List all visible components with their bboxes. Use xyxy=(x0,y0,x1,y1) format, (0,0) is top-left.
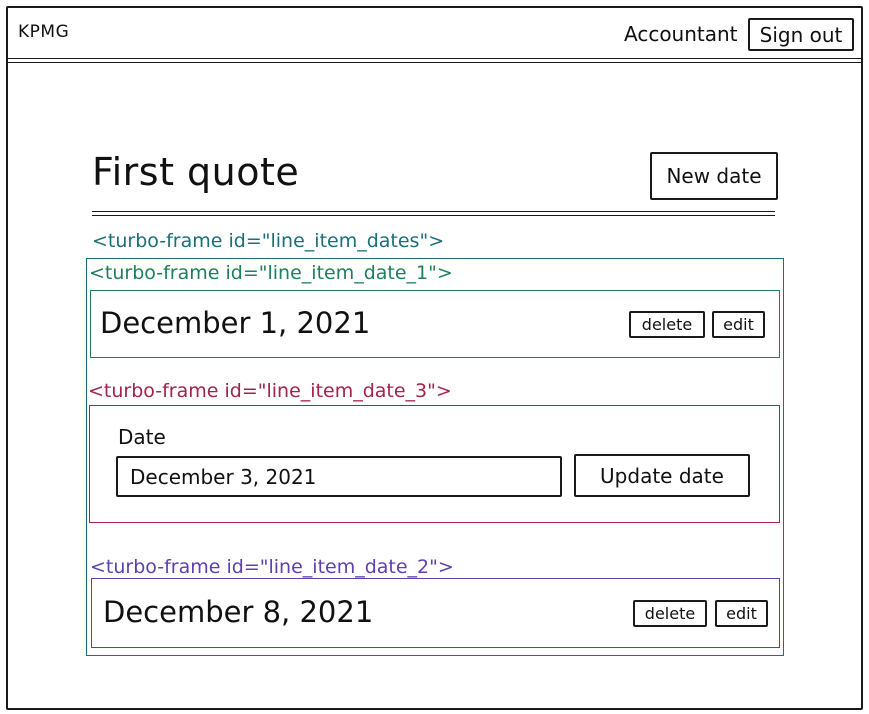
header-divider xyxy=(92,215,775,216)
delete-button[interactable]: delete xyxy=(633,600,707,627)
delete-button[interactable]: delete xyxy=(629,311,705,338)
page-title: First quote xyxy=(92,150,300,194)
navbar-divider xyxy=(6,62,863,63)
brand-logo[interactable]: KPMG xyxy=(18,22,69,42)
frame-label-line-item-date-1: <turbo-frame id="line_item_date_1"> xyxy=(89,262,453,284)
header-divider xyxy=(92,211,775,212)
edit-label: edit xyxy=(726,604,757,623)
frame-label-line-item-date-2: <turbo-frame id="line_item_date_2"> xyxy=(90,556,454,578)
sign-out-label: Sign out xyxy=(759,22,843,47)
user-role: Accountant xyxy=(624,22,738,46)
sign-out-button[interactable]: Sign out xyxy=(748,18,854,51)
date-input[interactable]: December 3, 2021 xyxy=(116,456,562,497)
navbar-divider xyxy=(6,58,863,59)
delete-label: delete xyxy=(644,604,696,623)
update-date-button[interactable]: Update date xyxy=(574,454,750,497)
edit-button[interactable]: edit xyxy=(712,311,765,338)
line-item-date: December 1, 2021 xyxy=(100,306,371,340)
update-date-label: Update date xyxy=(600,463,724,488)
edit-label: edit xyxy=(723,315,754,334)
edit-button[interactable]: edit xyxy=(715,600,768,627)
new-date-button[interactable]: New date xyxy=(650,152,778,200)
date-input-value: December 3, 2021 xyxy=(130,464,317,489)
frame-label-line-item-dates: <turbo-frame id="line_item_dates"> xyxy=(92,230,445,252)
date-field-label: Date xyxy=(118,425,166,449)
new-date-label: New date xyxy=(666,164,762,188)
delete-label: delete xyxy=(641,315,693,334)
frame-label-line-item-date-3: <turbo-frame id="line_item_date_3"> xyxy=(88,380,452,402)
line-item-date: December 8, 2021 xyxy=(103,595,374,629)
